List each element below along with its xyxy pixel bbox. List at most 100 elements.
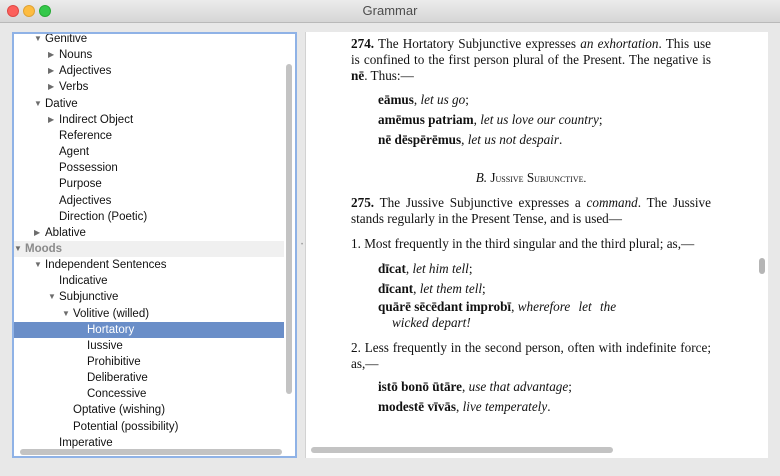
sidebar-item-label: Potential (possibility) bbox=[73, 420, 179, 433]
latin-phrase: eāmus bbox=[378, 92, 414, 107]
sidebar-item[interactable]: Potential (possibility) bbox=[14, 419, 284, 435]
sidebar-item-label: Prohibitive bbox=[87, 356, 141, 368]
disclosure-collapsed-icon[interactable]: ▶ bbox=[48, 112, 54, 128]
sidebar-item[interactable]: ▼ Independent Sentences bbox=[14, 257, 284, 273]
sidebar-item[interactable]: ▶ Indirect Object bbox=[14, 112, 284, 128]
sidebar-item-label: Adjectives bbox=[59, 194, 112, 207]
sidebar-item[interactable]: ▼ Dative bbox=[14, 96, 284, 112]
sidebar-item-label: Ablative bbox=[45, 226, 86, 239]
example-line: quārē sēcēdant improbī, wherefore let th… bbox=[378, 299, 617, 314]
paragraph-2-block: 2. Less frequently in the second person,… bbox=[351, 340, 711, 372]
latin-phrase: istō bonō ūtāre bbox=[378, 379, 463, 394]
latin-phrase: amēmus patriam bbox=[378, 112, 474, 127]
sidebar-item-label: Possession bbox=[59, 162, 118, 175]
subheading-block: B. Jussive Subjunctive. bbox=[351, 170, 711, 187]
translation: let us love our country bbox=[480, 112, 599, 127]
disclosure-expanded-icon[interactable]: ▼ bbox=[62, 306, 70, 322]
sidebar-item[interactable]: ▶ Adjectives bbox=[14, 63, 284, 79]
punctuation: ; bbox=[465, 92, 469, 107]
latin-phrase: nē dēspērēmus bbox=[378, 132, 462, 147]
sidebar-item-label: Volitive (willed) bbox=[73, 307, 150, 320]
example-line: dīcant, let them tell; bbox=[378, 281, 486, 296]
sidebar-item[interactable]: ▶ Ablative bbox=[14, 225, 284, 241]
disclosure-expanded-icon[interactable]: ▼ bbox=[48, 289, 56, 305]
emphasis: command bbox=[586, 195, 638, 210]
translation: wicked depart! bbox=[392, 315, 471, 330]
sidebar-item[interactable]: ▶ Verbs bbox=[14, 79, 284, 95]
sidebar-item[interactable]: ▶ Nouns bbox=[14, 47, 284, 63]
sidebar-item[interactable]: Adjectives bbox=[14, 193, 284, 209]
window-title: Grammar bbox=[362, 3, 418, 18]
disclosure-collapsed-icon[interactable]: ▶ bbox=[48, 63, 54, 79]
punctuation: ; bbox=[482, 281, 486, 296]
sidebar-item-label: Purpose bbox=[59, 178, 102, 191]
latin-phrase: quārē sēcēdant improbī bbox=[378, 299, 512, 314]
section-274: 274. The Hortatory Subjunctive expresses… bbox=[351, 36, 711, 84]
outline-sidebar[interactable]: ▼ Genitive ▶ Nouns ▶ Adjectives ▶ Verbs ▼ Dative ▶… bbox=[12, 32, 297, 458]
sidebar-item-label: Subjunctive bbox=[59, 291, 119, 304]
sidebar-item-label: Iussive bbox=[87, 339, 123, 352]
sidebar-item[interactable]: Agent bbox=[14, 144, 284, 160]
disclosure-collapsed-icon[interactable]: ▶ bbox=[48, 79, 54, 95]
sidebar-item-label: Deliberative bbox=[87, 372, 148, 385]
sidebar-item-label: Direction (Poetic) bbox=[59, 210, 148, 223]
sidebar-item-label: Dative bbox=[45, 97, 78, 110]
sidebar-item[interactable]: Direction (Poetic) bbox=[14, 209, 284, 225]
sidebar-item-label: Genitive bbox=[45, 33, 88, 45]
sidebar-item-label: Indirect Object bbox=[59, 113, 134, 126]
sidebar-item[interactable]: Deliberative bbox=[14, 370, 284, 386]
sidebar-item-label: Hortatory bbox=[87, 323, 135, 336]
section-number: 275. bbox=[351, 195, 375, 210]
paragraph-1-block: 1. Most frequently in the third singular… bbox=[351, 236, 711, 252]
sidebar-item[interactable]: Possession bbox=[14, 160, 284, 176]
subheading-word: ussive bbox=[495, 173, 524, 185]
example-line: modestē vīvās, live temperately. bbox=[378, 399, 551, 414]
sidebar-item-label: Agent bbox=[59, 146, 90, 159]
punctuation: ; bbox=[568, 379, 572, 394]
sidebar-item[interactable]: Optative (wishing) bbox=[14, 402, 284, 418]
document-horizontal-scrollbar[interactable] bbox=[311, 447, 613, 453]
document-vertical-scrollbar[interactable] bbox=[759, 258, 765, 274]
sidebar-item-label: Moods bbox=[25, 242, 63, 255]
translation: live temperately bbox=[462, 399, 548, 414]
punctuation: . bbox=[547, 399, 551, 414]
example-line-continued: wicked depart! bbox=[392, 315, 471, 331]
disclosure-expanded-icon[interactable]: ▼ bbox=[34, 96, 42, 112]
sidebar-item[interactable]: Purpose bbox=[14, 176, 284, 192]
sidebar-vertical-scrollbar[interactable] bbox=[286, 64, 292, 394]
sidebar-item[interactable]: ▼ Volitive (willed) bbox=[14, 306, 284, 322]
subheading-letter: B. bbox=[475, 170, 488, 185]
emphasis: an exhortation bbox=[580, 36, 659, 51]
sidebar-item[interactable]: ▼ Moods bbox=[14, 240, 284, 257]
translation: use that advantage bbox=[468, 379, 569, 394]
sidebar-item[interactable]: Prohibitive bbox=[14, 354, 284, 370]
document-pane[interactable]: 274. The Hortatory Subjunctive expresses… bbox=[305, 32, 768, 458]
sidebar-item[interactable]: Indicative bbox=[14, 273, 284, 289]
sidebar-item[interactable]: Concessive bbox=[14, 386, 284, 402]
sidebar-item[interactable]: ▼ Genitive bbox=[14, 33, 284, 47]
translation: let us not despair bbox=[467, 132, 559, 147]
section-number: 274. bbox=[351, 36, 375, 51]
punctuation: ; bbox=[598, 112, 603, 127]
sidebar-item-label: Indicative bbox=[59, 275, 108, 288]
sidebar-horizontal-scrollbar[interactable] bbox=[20, 449, 282, 455]
paragraph-1: 1. Most frequently in the third singular… bbox=[351, 236, 695, 251]
sidebar-item[interactable]: Iussive bbox=[14, 338, 284, 354]
example-line: amēmus patriam, let us love our country; bbox=[378, 112, 603, 127]
disclosure-collapsed-icon[interactable]: ▶ bbox=[48, 47, 54, 63]
example-line: istō bonō ūtāre, use that advantage; bbox=[378, 379, 572, 394]
sidebar-item[interactable]: Reference bbox=[14, 128, 284, 144]
section-275-block: 275. The Jussive Subjunctive expresses a… bbox=[351, 195, 711, 227]
sidebar-item[interactable]: ▼ Subjunctive bbox=[14, 289, 284, 305]
disclosure-expanded-icon[interactable]: ▼ bbox=[34, 34, 42, 47]
latin-phrase: dīcant bbox=[378, 281, 414, 296]
latin-phrase: modestē vīvās bbox=[378, 399, 457, 414]
disclosure-expanded-icon[interactable]: ▼ bbox=[14, 241, 22, 257]
translation: let us go bbox=[420, 92, 466, 107]
disclosure-expanded-icon[interactable]: ▼ bbox=[34, 257, 42, 273]
latin-phrase: dīcat bbox=[378, 261, 406, 276]
punctuation: . bbox=[558, 132, 563, 147]
disclosure-collapsed-icon[interactable]: ▶ bbox=[34, 225, 40, 241]
sidebar-item-label: Adjectives bbox=[59, 65, 112, 78]
sidebar-item[interactable]: Hortatory bbox=[14, 321, 284, 338]
